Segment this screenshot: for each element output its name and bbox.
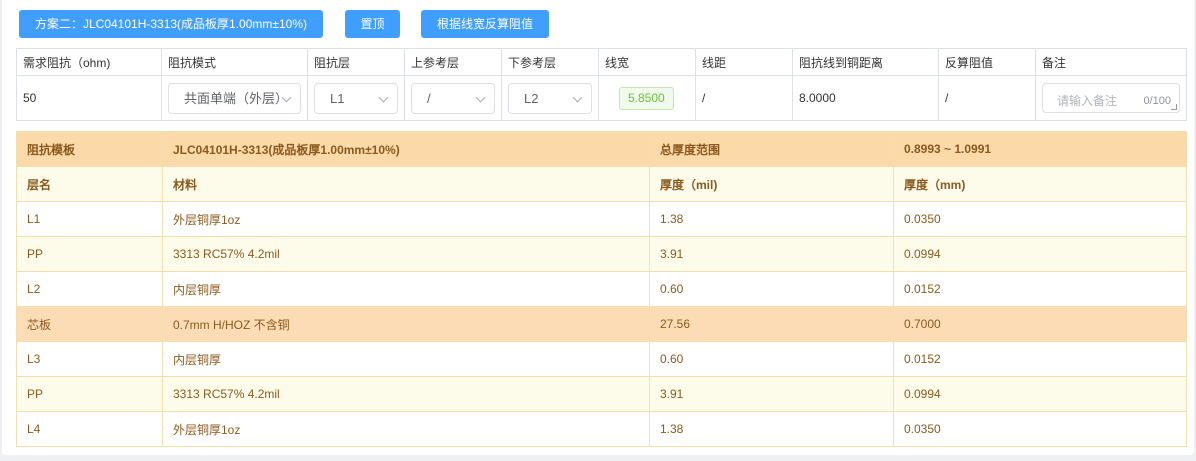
back-calc-value: / — [938, 75, 1036, 121]
line-spacing-value: / — [695, 75, 793, 121]
material: 3313 RC57% 4.2mil — [162, 376, 650, 412]
table-row: L3 内层铜厚 0.60 0.0152 — [16, 341, 1187, 377]
impedance-value: 50 — [16, 75, 162, 121]
header-lower-ref: 下参考层 — [501, 48, 599, 76]
col-layer-name: 层名 — [16, 166, 163, 202]
thickness-mm: 0.0152 — [893, 271, 1187, 307]
thickness-mm: 0.0350 — [893, 201, 1187, 237]
layer-name: L1 — [16, 201, 163, 237]
upper-ref-select[interactable]: / — [411, 82, 495, 114]
col-thickness-mil: 厚度（mil) — [649, 166, 894, 202]
resize-handle-icon[interactable] — [1171, 104, 1177, 110]
layer-select[interactable]: L1 — [314, 82, 398, 114]
lower-ref-select[interactable]: L2 — [508, 82, 592, 114]
layer-name: L2 — [16, 271, 163, 307]
thickness-mm: 0.0994 — [893, 236, 1187, 272]
table-row: L2 内层铜厚 0.60 0.0152 — [16, 271, 1187, 307]
header-copper-distance: 阻抗线到铜距离 — [792, 48, 939, 76]
material: 内层铜厚 — [162, 341, 650, 377]
material: 内层铜厚 — [162, 271, 650, 307]
upper-ref-select-value: / — [427, 90, 431, 106]
material: 3313 RC57% 4.2mil — [162, 236, 650, 272]
template-value: JLC04101H-3313(成品板厚1.00mm±10%) — [162, 131, 650, 167]
material: 外层铜厚1oz — [162, 411, 650, 447]
header-line-width: 线宽 — [598, 48, 696, 76]
layer-name: PP — [16, 376, 163, 412]
thickness-mm: 0.0994 — [893, 376, 1187, 412]
upper-ref-cell: / — [404, 75, 502, 121]
layer-name: 芯板 — [16, 306, 163, 342]
layer-name: PP — [16, 236, 163, 272]
thickness-mil: 1.38 — [649, 201, 894, 237]
table-row: L4 外层铜厚1oz 1.38 0.0350 — [16, 411, 1187, 447]
header-mode: 阻抗模式 — [161, 48, 308, 76]
layer-name: L3 — [16, 341, 163, 377]
line-width-cell: 5.8500 — [598, 75, 696, 121]
reverse-calc-button[interactable]: 根据线宽反算阻值 — [421, 10, 549, 38]
table-row: PP 3313 RC57% 4.2mil 3.91 0.0994 — [16, 376, 1187, 412]
layer-cell: L1 — [307, 75, 405, 121]
thickness-mil: 1.38 — [649, 411, 894, 447]
thickness-mil: 3.91 — [649, 376, 894, 412]
thickness-mm: 0.7000 — [893, 306, 1187, 342]
stackup-summary-row: 阻抗模板 JLC04101H-3313(成品板厚1.00mm±10%) 总厚度范… — [16, 131, 1187, 167]
layer-name: L4 — [16, 411, 163, 447]
lower-ref-select-value: L2 — [524, 90, 539, 106]
copper-distance-value: 8.0000 — [792, 75, 939, 121]
stackup-table: 阻抗模板 JLC04101H-3313(成品板厚1.00mm±10%) 总厚度范… — [16, 131, 1187, 447]
line-width-badge: 5.8500 — [619, 86, 674, 110]
header-back-calc: 反算阻值 — [938, 48, 1036, 76]
remark-char-count: 0/100 — [1143, 95, 1171, 107]
thickness-mm: 0.0152 — [893, 341, 1187, 377]
params-table: 需求阻抗（ohm) 阻抗模式 阻抗层 上参考层 下参考层 线宽 线距 阻抗线到铜… — [16, 48, 1187, 121]
thickness-mm: 0.0350 — [893, 411, 1187, 447]
layer-select-value: L1 — [330, 90, 345, 106]
material: 外层铜厚1oz — [162, 201, 650, 237]
mode-cell: 共面单端（外层） — [161, 75, 308, 121]
thickness-mil: 0.60 — [649, 341, 894, 377]
thickness-mil: 0.60 — [649, 271, 894, 307]
thickness-mil: 27.56 — [649, 306, 894, 342]
impedance-panel: 方案二：JLC04101H-3313(成品板厚1.00mm±10%) 置顶 根据… — [2, 0, 1194, 455]
material: 0.7mm H/HOZ 不含铜 — [162, 306, 650, 342]
col-thickness-mm: 厚度（mm) — [893, 166, 1187, 202]
header-line-spacing: 线距 — [695, 48, 793, 76]
params-value-row: 50 共面单端（外层） L1 / L2 5.8500 / 8.0000 / 请输… — [16, 75, 1187, 121]
mode-select[interactable]: 共面单端（外层） — [168, 82, 301, 114]
remark-cell: 请输入备注 0/100 — [1035, 75, 1187, 121]
lower-ref-cell: L2 — [501, 75, 599, 121]
params-header-row: 需求阻抗（ohm) 阻抗模式 阻抗层 上参考层 下参考层 线宽 线距 阻抗线到铜… — [16, 48, 1187, 76]
header-upper-ref: 上参考层 — [404, 48, 502, 76]
pin-top-button[interactable]: 置顶 — [345, 10, 400, 38]
template-label: 阻抗模板 — [16, 131, 163, 167]
chevron-down-icon — [475, 92, 486, 102]
chevron-down-icon — [572, 92, 583, 102]
remark-textarea[interactable]: 请输入备注 0/100 — [1042, 83, 1180, 113]
scheme-button[interactable]: 方案二：JLC04101H-3313(成品板厚1.00mm±10%) — [19, 10, 323, 38]
header-remark: 备注 — [1035, 48, 1187, 76]
table-row: PP 3313 RC57% 4.2mil 3.91 0.0994 — [16, 236, 1187, 272]
stackup-header-row: 层名 材料 厚度（mil) 厚度（mm) — [16, 166, 1187, 202]
thickness-mil: 3.91 — [649, 236, 894, 272]
table-row: L1 外层铜厚1oz 1.38 0.0350 — [16, 201, 1187, 237]
thickness-range-label: 总厚度范围 — [649, 131, 894, 167]
table-row: 芯板 0.7mm H/HOZ 不含铜 27.56 0.7000 — [16, 306, 1187, 342]
remark-placeholder: 请输入备注 — [1057, 94, 1118, 108]
col-material: 材料 — [162, 166, 650, 202]
header-layer: 阻抗层 — [307, 48, 405, 76]
thickness-range-value: 0.8993 ~ 1.0991 — [893, 131, 1187, 167]
chevron-down-icon — [378, 92, 389, 102]
mode-select-value: 共面单端（外层） — [184, 90, 279, 106]
header-impedance: 需求阻抗（ohm) — [16, 48, 162, 76]
chevron-down-icon — [281, 92, 292, 102]
